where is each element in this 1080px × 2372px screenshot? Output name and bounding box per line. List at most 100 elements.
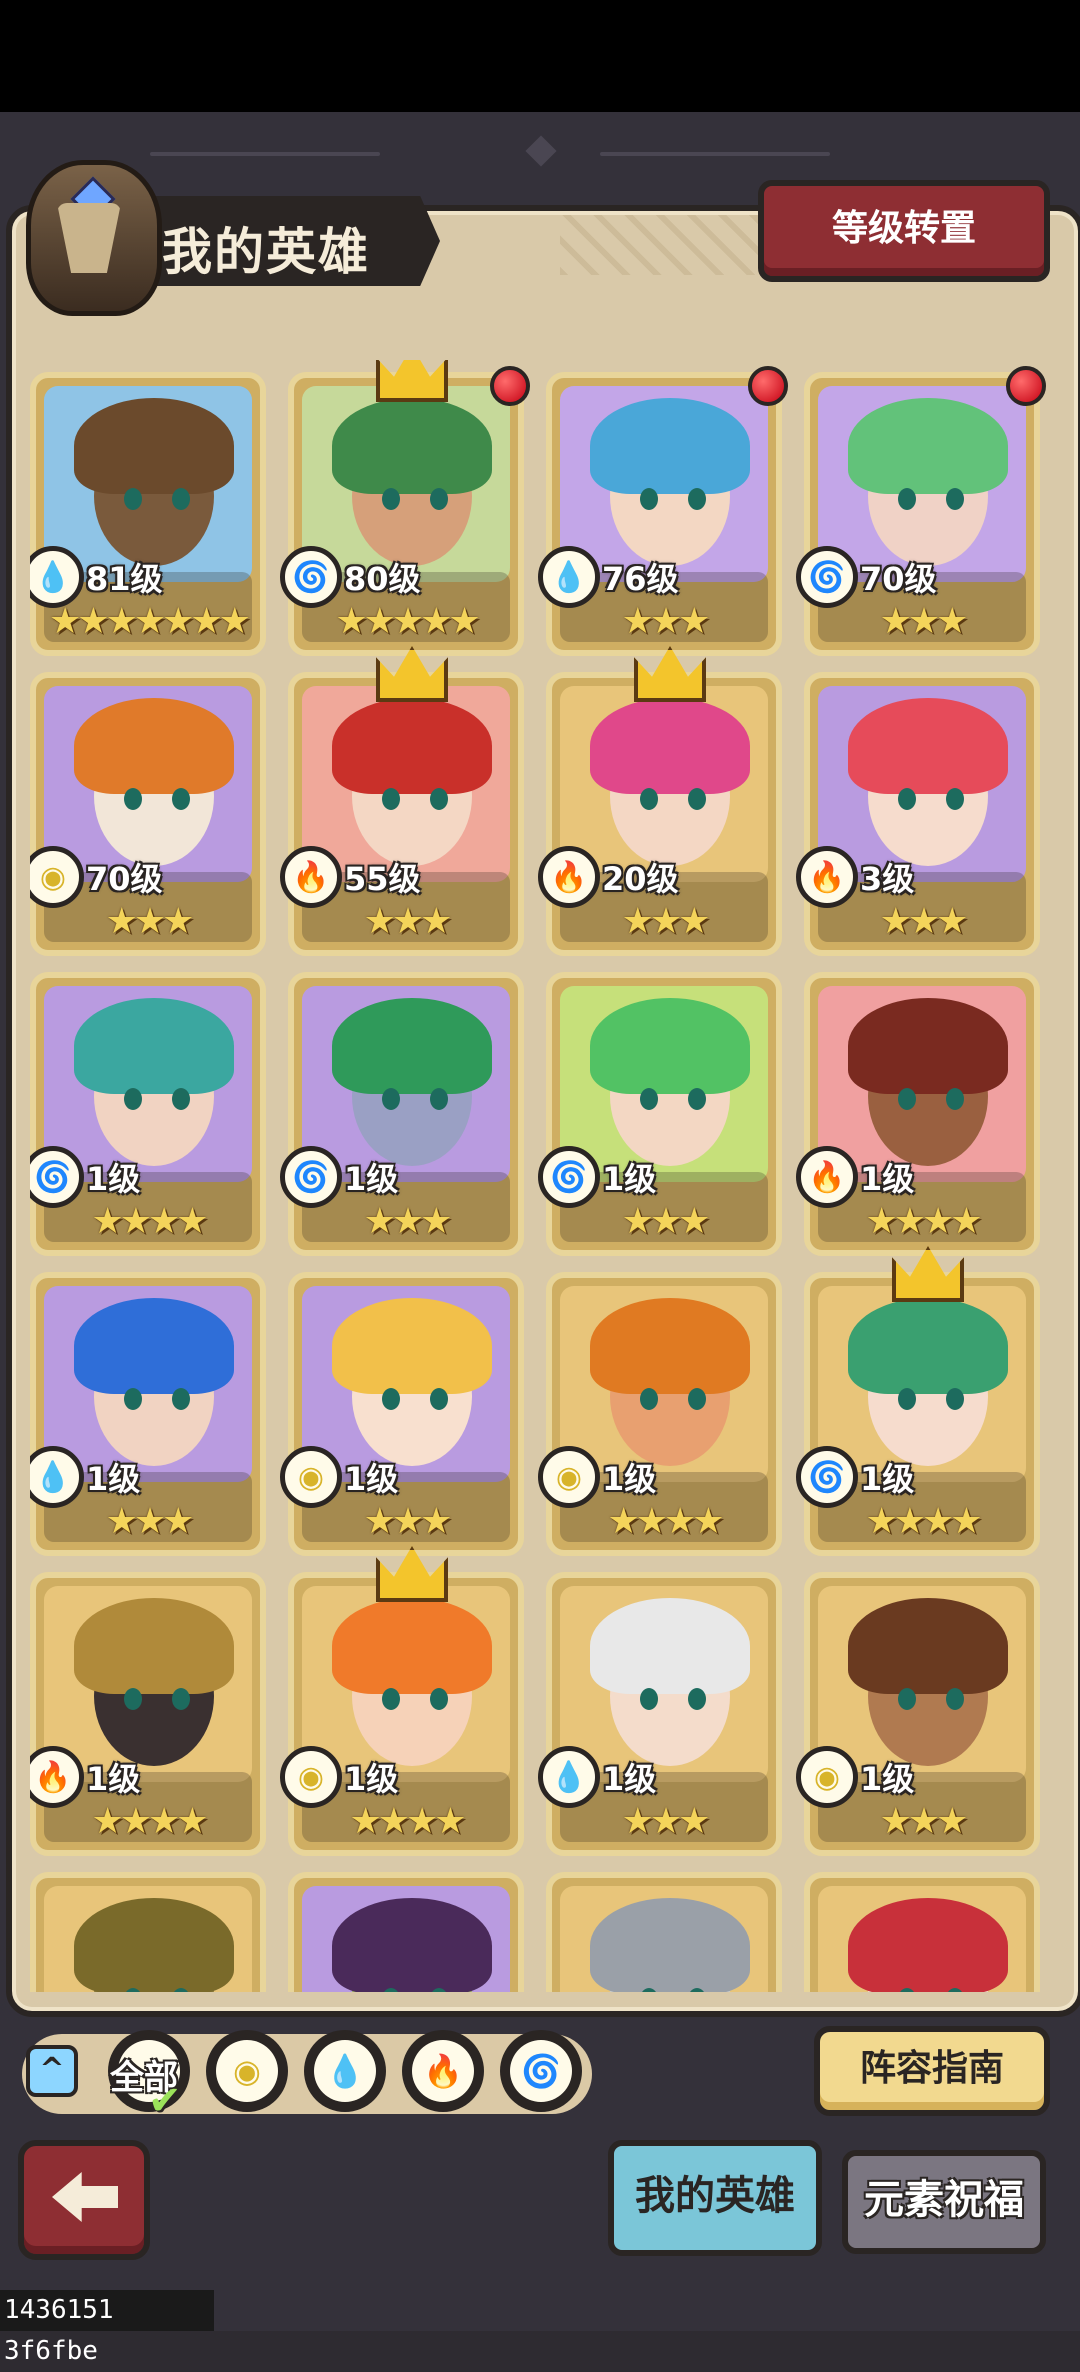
hero-portrait [44, 986, 252, 1182]
hero-portrait [818, 686, 1026, 882]
tab-my-heroes[interactable]: 我的英雄 [608, 2140, 822, 2256]
hero-eye [640, 788, 658, 810]
hero-card[interactable]: 🔥 55级 ★★★ [280, 646, 524, 956]
hero-level: 1级 [344, 1760, 399, 1798]
back-arrow-icon [52, 2172, 118, 2222]
hero-eye [382, 788, 400, 810]
helmet-icon [26, 160, 162, 316]
hero-card[interactable]: 🌀 1级 ★★★ [538, 972, 782, 1256]
hero-level: 81级 [86, 560, 163, 598]
hero-card[interactable]: 💧 76级 ★★★ [538, 366, 788, 656]
hero-stars: ★★★ [363, 1501, 453, 1542]
hero-stars: ★★★ [879, 601, 969, 642]
hero-eye [430, 788, 448, 810]
hero-hair [848, 998, 1008, 1094]
hero-card[interactable]: 💧 1级 ★★★ [30, 1272, 266, 1556]
hero-hair [74, 1898, 234, 1992]
hero-card[interactable]: 💧 81级 ★★★★★★★ [30, 372, 266, 656]
hero-level: 1级 [860, 1460, 915, 1498]
hero-card[interactable]: 🔥 1级 ★★★★ [30, 1572, 266, 1856]
filter-water-button[interactable]: 💧 [304, 2030, 386, 2112]
hero-card[interactable] [546, 1872, 782, 1992]
hero-stars: ★★★★★★★ [49, 601, 251, 642]
hero-eye [640, 1388, 658, 1410]
hero-eye [898, 788, 916, 810]
hero-card[interactable]: ◉ 1级 ★★★ [796, 1572, 1040, 1856]
hero-eye [688, 488, 706, 510]
hero-level: 80级 [344, 560, 421, 598]
hero-level: 70级 [86, 860, 163, 898]
hero-level: 1级 [860, 1160, 915, 1198]
hero-hair [590, 1898, 750, 1992]
hero-stars: ★★★★ [91, 1201, 208, 1242]
hero-card[interactable]: 🌀 80级 ★★★★★ [280, 360, 530, 656]
hero-card[interactable]: ◉ 1级 ★★★★ [280, 1546, 524, 1856]
filter-wind-button[interactable]: 🌀 [500, 2030, 582, 2112]
hero-hair [332, 998, 492, 1094]
hero-stars: ★★★ [621, 1801, 711, 1842]
hero-eye [430, 1688, 448, 1710]
hero-card[interactable]: ◉ 1级 ★★★ [280, 1272, 524, 1556]
filter-earth-button[interactable]: ◉ [206, 2030, 288, 2112]
hero-card[interactable]: ◉ 70级 ★★★ [30, 672, 266, 956]
hero-card[interactable]: 🌀 70级 ★★★ [796, 366, 1046, 656]
hero-level: 70级 [860, 560, 937, 598]
hero-card[interactable]: 🔥 3级 ★★★ [796, 672, 1040, 956]
hero-card[interactable]: 🌀 1级 ★★★★ [796, 1246, 1040, 1556]
back-button[interactable] [18, 2140, 150, 2260]
crown-icon [376, 360, 448, 402]
hero-portrait [302, 1586, 510, 1782]
hero-level: 1级 [344, 1460, 399, 1498]
hero-card[interactable]: 🔥 1级 ★★★★ [796, 972, 1040, 1256]
hero-eye [124, 1688, 142, 1710]
hero-stars: ★★★ [363, 1201, 453, 1242]
hero-card[interactable] [288, 1872, 524, 1992]
hero-eye [946, 1688, 964, 1710]
decor-line [600, 152, 830, 156]
hero-portrait [44, 1286, 252, 1482]
hero-eye [688, 1388, 706, 1410]
hero-card[interactable]: 💧 1级 ★★★ [538, 1572, 782, 1856]
hero-eye [898, 1088, 916, 1110]
hero-eye [688, 788, 706, 810]
hero-card[interactable]: 🌀 1级 ★★★★ [30, 972, 266, 1256]
hero-eye [172, 788, 190, 810]
hero-eye [946, 1088, 964, 1110]
hero-level: 1级 [86, 1460, 141, 1498]
fire-element-icon: 🔥 [280, 846, 342, 908]
hero-hair [590, 1298, 750, 1394]
hero-card[interactable] [30, 1872, 266, 1992]
hero-eye [898, 1688, 916, 1710]
hero-card[interactable]: 🌀 1级 ★★★ [280, 972, 524, 1256]
tab-element-blessing[interactable]: 元素祝福 [842, 2150, 1046, 2254]
hero-portrait [560, 986, 768, 1182]
hero-portrait [818, 986, 1026, 1182]
hero-card[interactable] [804, 1872, 1040, 1992]
hero-level: 1级 [602, 1460, 657, 1498]
hero-eye [382, 1088, 400, 1110]
hero-portrait [818, 386, 1026, 582]
hero-hair [74, 1598, 234, 1694]
hero-hair [590, 698, 750, 794]
level-transfer-button[interactable]: 等级转置 [758, 180, 1050, 282]
hero-stars: ★★★★ [865, 1501, 982, 1542]
hero-card[interactable]: ◉ 1级 ★★★★ [538, 1272, 782, 1556]
hero-level: 1级 [86, 1760, 141, 1798]
hero-eye [382, 1388, 400, 1410]
hero-card[interactable]: 🔥 20级 ★★★ [538, 646, 782, 956]
lineup-guide-button[interactable]: 阵容指南 [814, 2026, 1050, 2116]
hero-hair [332, 1298, 492, 1394]
hero-hair [590, 1598, 750, 1694]
hero-level: 1级 [86, 1160, 141, 1198]
hero-portrait [818, 1586, 1026, 1782]
hero-level: 55级 [344, 860, 421, 898]
hero-portrait [44, 1586, 252, 1782]
hero-eye [382, 488, 400, 510]
filter-fire-button[interactable]: 🔥 [402, 2030, 484, 2112]
hero-eye [946, 1388, 964, 1410]
hero-eye [172, 488, 190, 510]
collapse-icon[interactable]: ^ [26, 2045, 78, 2097]
hero-eye [430, 1388, 448, 1410]
hero-level: 1级 [860, 1760, 915, 1798]
hero-hair [848, 698, 1008, 794]
